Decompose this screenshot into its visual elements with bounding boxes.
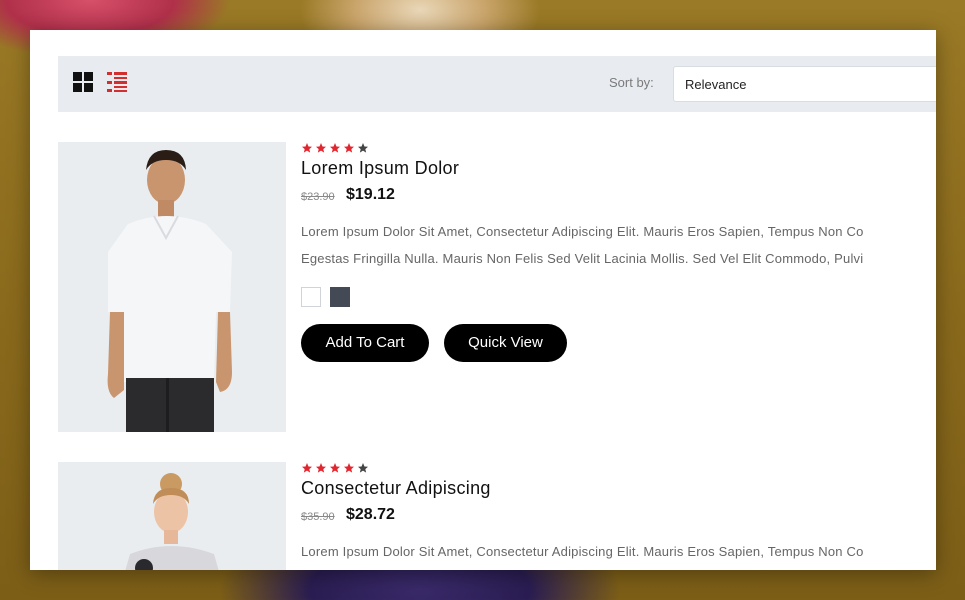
star-filled-icon — [330, 463, 340, 473]
grid-view-icon[interactable] — [73, 72, 93, 92]
sort-select[interactable]: Relevance — [673, 66, 936, 102]
star-filled-icon — [344, 143, 354, 153]
product-image[interactable] — [58, 462, 286, 570]
old-price: $23.90 — [301, 191, 335, 203]
sort-label: Sort by: — [609, 75, 654, 90]
product-title[interactable]: Consectetur Adipiscing — [301, 478, 491, 499]
product-item: Consectetur Adipiscing $35.90 $28.72 Lor… — [58, 462, 936, 570]
list-toolbar: Sort by: Relevance — [58, 56, 936, 112]
list-view-icon[interactable] — [107, 72, 127, 92]
star-filled-icon — [302, 143, 312, 153]
color-swatch-white[interactable] — [301, 287, 321, 307]
product-item: Lorem Ipsum Dolor $23.90 $19.12 Lorem Ip… — [58, 142, 936, 432]
product-title[interactable]: Lorem Ipsum Dolor — [301, 158, 459, 179]
color-swatches — [301, 287, 350, 307]
product-description-line: Lorem Ipsum Dolor Sit Amet, Consectetur … — [301, 544, 864, 559]
product-description-line: Lorem Ipsum Dolor Sit Amet, Consectetur … — [301, 224, 864, 239]
rating-stars — [301, 462, 369, 474]
product-image[interactable] — [58, 142, 286, 432]
rating-stars — [301, 142, 369, 154]
product-description-line: Egestas Fringilla Nulla. Mauris Non Feli… — [301, 251, 864, 266]
sale-price: $28.72 — [346, 506, 395, 523]
quick-view-button[interactable]: Quick View — [444, 324, 567, 362]
star-filled-icon — [330, 143, 340, 153]
color-swatch-dark-slate[interactable] — [330, 287, 350, 307]
add-to-cart-button[interactable]: Add To Cart — [301, 324, 429, 362]
product-list-panel: Sort by: Relevance Lorem Ipsum Dolor $23… — [30, 30, 936, 570]
star-filled-icon — [302, 463, 312, 473]
star-filled-icon — [316, 143, 326, 153]
star-empty-icon — [358, 143, 368, 153]
star-empty-icon — [358, 463, 368, 473]
sale-price: $19.12 — [346, 186, 395, 203]
star-filled-icon — [316, 463, 326, 473]
old-price: $35.90 — [301, 511, 335, 523]
star-filled-icon — [344, 463, 354, 473]
